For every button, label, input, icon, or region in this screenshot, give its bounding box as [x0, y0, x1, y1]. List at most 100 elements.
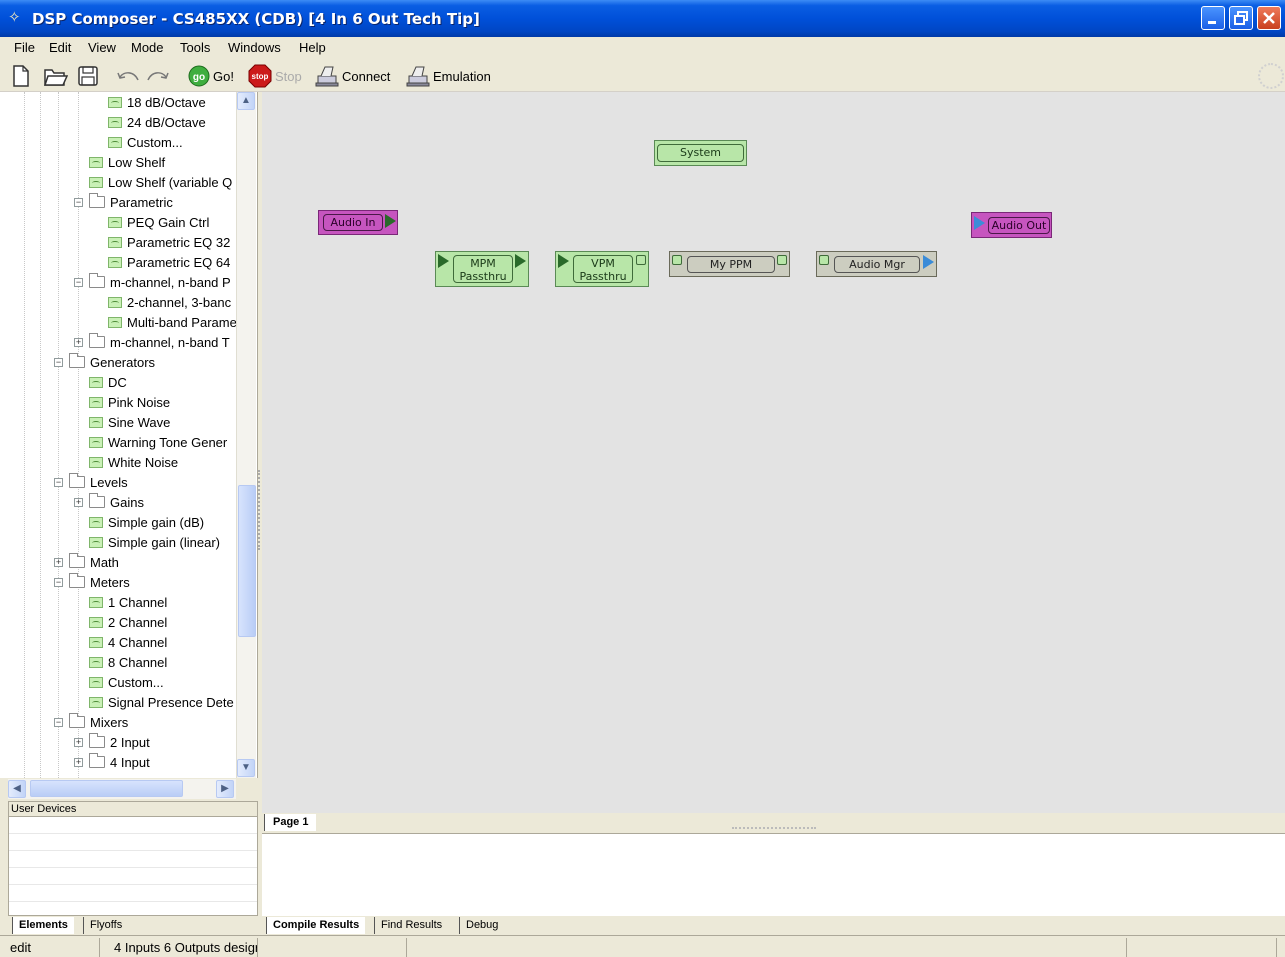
menu-view[interactable]: View	[88, 40, 116, 55]
stop-button[interactable]: stop Stop	[248, 64, 302, 88]
tree-folder[interactable]: − m-channel, n-band P	[74, 272, 231, 292]
tree-item[interactable]: Simple gain (linear)	[89, 532, 220, 552]
tree-item[interactable]: White Noise	[89, 452, 178, 472]
vpm-output-pin[interactable]	[636, 255, 646, 265]
user-device-row[interactable]	[9, 834, 257, 851]
menu-windows[interactable]: Windows	[228, 40, 281, 55]
minimize-button[interactable]	[1201, 6, 1225, 30]
collapse-toggle-icon[interactable]: −	[54, 577, 63, 587]
tree-item[interactable]: 24 dB/Octave	[108, 112, 206, 132]
menu-tools[interactable]: Tools	[180, 40, 210, 55]
tree-item[interactable]: Signal Presence Dete	[89, 692, 234, 712]
tree-item[interactable]: Low Shelf	[89, 152, 165, 172]
expand-toggle-icon[interactable]: +	[74, 497, 83, 507]
tree-item[interactable]: Warning Tone Gener	[89, 432, 227, 452]
tree-item[interactable]: 2 Channel	[89, 612, 167, 632]
tree-item[interactable]: 4 Channel	[89, 632, 167, 652]
tab-find-results[interactable]: Find Results	[374, 917, 448, 934]
open-button[interactable]	[44, 64, 68, 88]
my-ppm-output-pin[interactable]	[777, 255, 787, 265]
output-splitter[interactable]	[732, 827, 816, 829]
my-ppm-input-pin[interactable]	[672, 255, 682, 265]
tree-item[interactable]: Pink Noise	[89, 392, 170, 412]
tree-item[interactable]: Parametric EQ 32	[108, 232, 230, 252]
collapse-toggle-icon[interactable]: −	[54, 717, 63, 727]
tree-folder[interactable]: − Mixers	[54, 712, 128, 732]
expand-toggle-icon[interactable]: +	[54, 557, 63, 567]
audio-in-block[interactable]: Audio In	[318, 210, 398, 235]
undo-button[interactable]	[116, 64, 140, 88]
tree-folder[interactable]: + Math	[54, 552, 119, 572]
my-ppm-block[interactable]: My PPM	[669, 251, 790, 277]
audio-mgr-output-pin[interactable]	[923, 255, 934, 269]
tree-item[interactable]: 2-channel, 3-banc	[108, 292, 231, 312]
expand-toggle-icon[interactable]: +	[74, 337, 83, 347]
expand-toggle-icon[interactable]: +	[74, 757, 83, 767]
tree-vertical-scrollbar[interactable]: ▲ ▼	[236, 92, 256, 778]
tree-item[interactable]: Custom...	[108, 132, 183, 152]
user-device-row[interactable]	[9, 885, 257, 902]
redo-button[interactable]	[146, 64, 170, 88]
expand-toggle-icon[interactable]: +	[74, 737, 83, 747]
tree-folder[interactable]: + Gains	[74, 492, 144, 512]
audio-out-input-pin[interactable]	[974, 216, 985, 230]
tree-item[interactable]: Low Shelf (variable Q	[89, 172, 232, 192]
system-block[interactable]: System	[654, 140, 747, 166]
collapse-toggle-icon[interactable]: −	[54, 357, 63, 367]
tree-item[interactable]: 18 dB/Octave	[108, 92, 206, 112]
tree-folder[interactable]: +4 Input	[74, 752, 150, 772]
menu-edit[interactable]: Edit	[49, 40, 71, 55]
tree-item[interactable]: PEQ Gain Ctrl	[108, 212, 209, 232]
mpm-output-pin[interactable]	[515, 254, 526, 268]
tree-folder[interactable]: − Parametric	[74, 192, 173, 212]
audio-out-block[interactable]: Audio Out	[971, 212, 1052, 238]
h-scroll-thumb[interactable]	[30, 780, 183, 797]
collapse-toggle-icon[interactable]: −	[74, 197, 83, 207]
audio-mgr-input-pin[interactable]	[819, 255, 829, 265]
tree-item[interactable]: Simple gain (dB)	[89, 512, 204, 532]
mpm-passthru-block[interactable]: MPM Passthru	[435, 251, 529, 287]
mpm-input-pin[interactable]	[438, 254, 449, 268]
audio-mgr-block[interactable]: Audio Mgr	[816, 251, 937, 277]
vpm-input-pin[interactable]	[558, 254, 569, 268]
scroll-up-button[interactable]: ▲	[237, 92, 255, 110]
user-device-row[interactable]	[9, 817, 257, 834]
tree-folder[interactable]: − Levels	[54, 472, 128, 492]
collapse-toggle-icon[interactable]: −	[54, 477, 63, 487]
title-bar[interactable]: ✧ DSP Composer - CS485XX (CDB) [4 In 6 O…	[0, 0, 1285, 37]
tree-item[interactable]: Multi-band Parame	[108, 312, 237, 332]
save-button[interactable]	[78, 64, 98, 88]
tree-folder[interactable]: + m-channel, n-band T	[74, 332, 230, 352]
tree-item[interactable]: Custom...	[89, 672, 164, 692]
scroll-right-button[interactable]: ▶	[216, 780, 234, 798]
scroll-left-button[interactable]: ◀	[8, 780, 26, 798]
go-button[interactable]: go Go!	[188, 64, 234, 88]
tab-compile-results[interactable]: Compile Results	[266, 917, 366, 934]
tab-flyoffs[interactable]: Flyoffs	[83, 917, 128, 934]
tree-horizontal-scrollbar[interactable]: ◀ ▶	[8, 779, 236, 799]
tree-item[interactable]: 8 Channel	[89, 652, 167, 672]
menu-mode[interactable]: Mode	[131, 40, 164, 55]
tree-item[interactable]: 1 Channel	[89, 592, 167, 612]
tree-folder[interactable]: − Meters	[54, 572, 130, 592]
elements-tree[interactable]: 18 dB/Octave 24 dB/Octave Custom... Low She…	[0, 92, 258, 778]
tree-item[interactable]: Parametric EQ 64	[108, 252, 230, 272]
tab-page-1[interactable]: Page 1	[264, 814, 317, 831]
menu-help[interactable]: Help	[299, 40, 326, 55]
scroll-thumb[interactable]	[238, 485, 256, 637]
tab-elements[interactable]: Elements	[12, 917, 74, 934]
tab-debug[interactable]: Debug	[459, 917, 504, 934]
scroll-down-button[interactable]: ▼	[237, 759, 255, 777]
new-button[interactable]	[12, 64, 30, 88]
restore-button[interactable]	[1229, 6, 1253, 30]
emulation-button[interactable]: Emulation	[406, 64, 491, 88]
tree-item[interactable]: Sine Wave	[89, 412, 170, 432]
user-device-row[interactable]	[9, 868, 257, 885]
vpm-passthru-block[interactable]: VPM Passthru	[555, 251, 649, 287]
connect-button[interactable]: Connect	[315, 64, 390, 88]
design-canvas[interactable]: System Audio In Audio Out MPM Passthru V…	[262, 92, 1285, 813]
close-button[interactable]	[1257, 6, 1281, 30]
tree-folder[interactable]: − Generators	[54, 352, 155, 372]
tree-item[interactable]: DC	[89, 372, 127, 392]
tree-folder[interactable]: +2 Input	[74, 732, 150, 752]
